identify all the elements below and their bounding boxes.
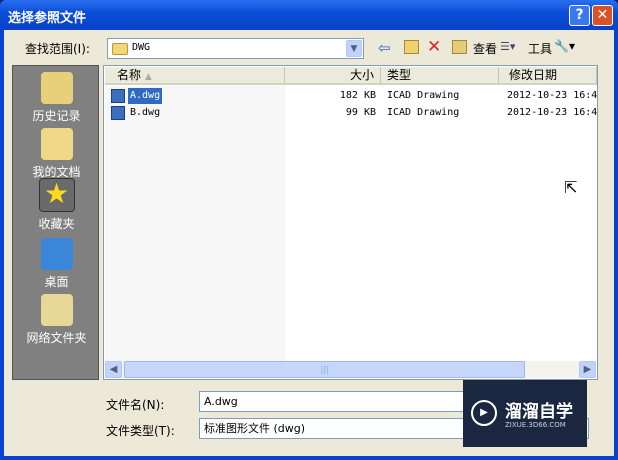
file-modified: 2012-10-23 16:4	[507, 107, 598, 118]
look-in-label: 查找范围(I):	[25, 42, 90, 56]
watermark-brand: 溜溜自学	[505, 402, 573, 422]
file-list[interactable]: 名称 ▲ 大小 类型 修改日期 A.dwg 182 KB ICAD Drawin…	[103, 65, 598, 380]
help-button[interactable]: ?	[569, 5, 590, 26]
new-folder-icon[interactable]	[452, 40, 467, 54]
file-size: 99 KB	[345, 107, 376, 118]
place-desktop[interactable]: 桌面	[13, 238, 100, 290]
horizontal-scrollbar[interactable]: ◀ ||| ▶	[105, 361, 596, 378]
up-folder-icon[interactable]	[404, 40, 419, 54]
place-history[interactable]: 历史记录	[13, 72, 100, 124]
file-type: ICAD Drawing	[387, 90, 460, 101]
history-icon	[40, 72, 73, 104]
filetype-label: 文件类型(T):	[106, 424, 175, 438]
column-type[interactable]: 类型	[381, 67, 499, 85]
chevron-down-icon[interactable]: ▼	[346, 40, 362, 57]
mouse-cursor-icon: ⇱	[564, 178, 578, 197]
dwg-file-icon	[111, 89, 125, 103]
filename-input[interactable]: A.dwg	[199, 391, 483, 412]
file-name: B.dwg	[130, 107, 161, 118]
place-favorites[interactable]: ★ 收藏夹	[13, 178, 100, 232]
desktop-icon	[40, 238, 73, 270]
place-documents[interactable]: 我的文档	[13, 128, 100, 180]
watermark-url: ZIXUE.3D66.COM	[505, 421, 566, 429]
scroll-left-button[interactable]: ◀	[105, 361, 122, 378]
folder-icon	[112, 43, 128, 55]
scroll-thumb[interactable]: |||	[124, 361, 525, 378]
look-in-combo[interactable]: DWG ▼	[107, 38, 364, 59]
file-modified: 2012-10-23 16:4	[507, 90, 598, 101]
file-row[interactable]: B.dwg 99 KB ICAD Drawing 2012-10-23 16:4	[109, 105, 597, 121]
file-row[interactable]: A.dwg 182 KB ICAD Drawing 2012-10-23 16:…	[109, 88, 597, 104]
delete-icon[interactable]: ✕	[427, 37, 441, 57]
column-name[interactable]: 名称 ▲	[105, 67, 285, 85]
scroll-right-button[interactable]: ▶	[579, 361, 596, 378]
close-button[interactable]: ✕	[592, 5, 613, 26]
dwg-file-icon	[111, 106, 125, 120]
dialog-title: 选择参照文件	[8, 11, 87, 26]
sort-asc-icon: ▲	[144, 72, 152, 82]
tools-icon[interactable]: 🔧▾	[554, 39, 575, 53]
filename-label: 文件名(N):	[106, 398, 165, 412]
places-bar: 历史记录 我的文档 ★ 收藏夹 桌面 网络文件夹	[12, 65, 99, 380]
column-size[interactable]: 大小	[285, 67, 381, 85]
documents-icon	[40, 128, 73, 160]
file-type: ICAD Drawing	[387, 107, 460, 118]
file-size: 182 KB	[339, 90, 376, 101]
tools-menu[interactable]: 工具	[528, 40, 552, 57]
back-icon[interactable]: ⇦	[378, 39, 391, 57]
look-in-value: DWG	[132, 42, 151, 53]
place-network[interactable]: 网络文件夹	[13, 294, 100, 346]
play-icon: ▶	[471, 400, 497, 426]
column-modified[interactable]: 修改日期	[499, 67, 597, 85]
file-name: A.dwg	[128, 88, 163, 104]
view-list-icon[interactable]: ☰▾	[500, 40, 515, 53]
title-bar: 选择参照文件 ? ✕	[0, 0, 618, 30]
watermark-logo: ▶ 溜溜自学 ZIXUE.3D66.COM	[463, 380, 587, 447]
favorites-icon: ★	[38, 178, 75, 212]
network-icon	[40, 294, 73, 326]
view-menu[interactable]: 查看	[473, 40, 497, 57]
